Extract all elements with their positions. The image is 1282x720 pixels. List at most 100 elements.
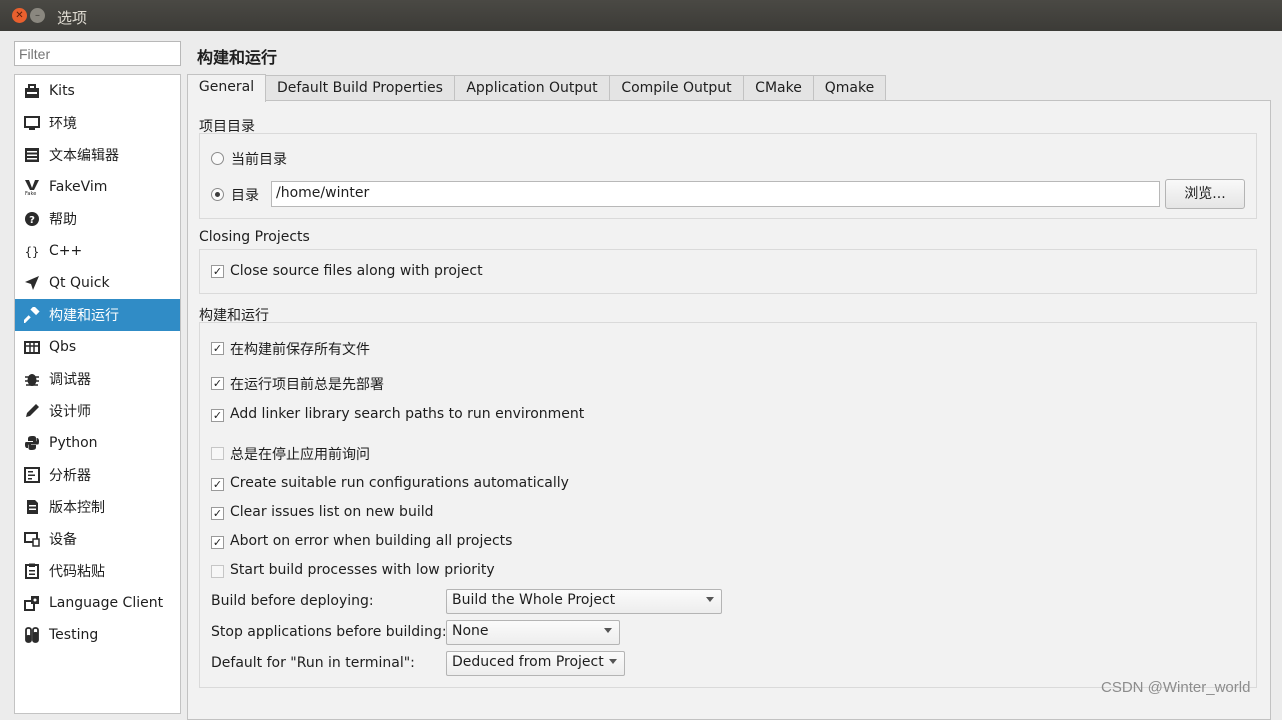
stop-apps-value: None [452,623,489,639]
monitor-icon [23,114,41,132]
save-before-build-label: 在构建前保存所有文件 [230,342,370,358]
sidebar-item-label: 构建和运行 [49,308,119,324]
current-dir-label: 当前目录 [231,152,287,168]
build-before-deploying-value: Build the Whole Project [452,592,616,608]
run-in-terminal-value: Deduced from Project [452,654,604,670]
close-files-label: Close source files along with project [230,263,483,279]
close-files-checkbox[interactable]: ✓ [211,265,224,278]
page-title: 构建和运行 [197,48,278,67]
directory-path-input[interactable]: /home/winter [271,181,1160,207]
create-run-configs-checkbox[interactable]: ✓ [211,478,224,491]
chevron-down-icon [604,628,612,633]
stop-apps-select[interactable]: None [446,620,620,645]
ask-before-stop-label: 总是在停止应用前询问 [230,447,370,463]
device-icon [23,530,41,548]
version-control-icon [23,498,41,516]
stop-apps-label: Stop applications before building: [211,624,447,640]
window-title: 选项 [57,9,88,27]
python-icon [23,434,41,452]
sidebar-item-help[interactable]: ? 帮助 [15,203,180,235]
chevron-down-icon [706,597,714,602]
directory-radio[interactable] [211,188,224,201]
sidebar-item-build-run[interactable]: 构建和运行 [15,299,180,331]
linker-paths-checkbox[interactable]: ✓ [211,409,224,422]
clear-issues-label: Clear issues list on new build [230,504,434,520]
build-before-deploying-select[interactable]: Build the Whole Project [446,589,722,614]
sidebar-item-label: Testing [49,627,99,643]
filter-input[interactable] [14,41,181,66]
sidebar-item-qbs[interactable]: Qbs [15,331,180,363]
linker-paths-label: Add linker library search paths to run e… [230,406,585,422]
sidebar-item-kits[interactable]: Kits [15,75,180,107]
chevron-down-icon [609,659,617,664]
sidebar-item-label: Qbs [49,339,77,355]
run-in-terminal-select[interactable]: Deduced from Project [446,651,625,676]
sidebar-item-designer[interactable]: 设计师 [15,395,180,427]
sidebar-item-label: 设备 [49,532,77,548]
minimize-icon[interactable]: – [30,8,45,23]
tab-qmake[interactable]: Qmake [813,75,886,101]
general-panel: 项目目录 当前目录 目录 /home/winter 浏览... Closing … [187,100,1271,720]
sidebar-item-cpp[interactable]: {} C++ [15,235,180,267]
svg-text:Fake: Fake [25,191,36,195]
sidebar-item-testing[interactable]: Testing [15,619,180,651]
sidebar-item-version-control[interactable]: 版本控制 [15,491,180,523]
sidebar-item-label: FakeVim [49,179,108,195]
deploy-before-run-checkbox[interactable]: ✓ [211,377,224,390]
tab-compile-output[interactable]: Compile Output [609,75,744,101]
sidebar-item-label: 设计师 [49,404,91,420]
pencil-icon [23,402,41,420]
bug-icon [23,370,41,388]
help-icon: ? [23,210,41,228]
watermark: CSDN @Winter_world [1101,679,1251,696]
sidebar-item-language-client[interactable]: Language Client [15,587,180,619]
closing-projects-group: ✓ Close source files along with project [199,249,1257,294]
sidebar-item-analyzer[interactable]: 分析器 [15,459,180,491]
sidebar-item-qt-quick[interactable]: Qt Quick [15,267,180,299]
language-client-icon [23,594,41,612]
sidebar-item-label: 调试器 [49,372,91,388]
current-dir-radio[interactable] [211,152,224,165]
sidebar-item-text-editor[interactable]: 文本编辑器 [15,139,180,171]
sidebar-item-python[interactable]: Python [15,427,180,459]
sidebar-item-label: Language Client [49,595,164,611]
clear-issues-checkbox[interactable]: ✓ [211,507,224,520]
sidebar-item-label: 文本编辑器 [49,148,119,164]
svg-text:{}: {} [25,245,39,259]
sidebar-item-label: 帮助 [49,212,77,228]
close-icon[interactable]: ✕ [12,8,27,23]
title-bar: ✕ – 选项 [0,0,1282,31]
sidebar-item-fakevim[interactable]: Fake FakeVim [15,171,180,203]
closing-projects-group-label: Closing Projects [199,229,310,245]
svg-text:?: ? [29,215,35,226]
ask-before-stop-checkbox[interactable] [211,447,224,460]
tab-general[interactable]: General [187,74,266,102]
deploy-before-run-label: 在运行项目前总是先部署 [230,377,384,393]
tab-application-output[interactable]: Application Output [454,75,610,101]
low-priority-label: Start build processes with low priority [230,562,495,578]
build-run-group: ✓ 在构建前保存所有文件 ✓ 在运行项目前总是先部署 ✓ Add linker … [199,322,1257,688]
abort-on-error-checkbox[interactable]: ✓ [211,536,224,549]
text-editor-icon [23,146,41,164]
build-before-deploying-label: Build before deploying: [211,593,374,609]
low-priority-checkbox[interactable] [211,565,224,578]
fakevim-icon: Fake [23,178,41,196]
sidebar-item-label: Kits [49,83,75,99]
sidebar-item-label: Qt Quick [49,275,110,291]
sidebar-item-debugger[interactable]: 调试器 [15,363,180,395]
tab-cmake[interactable]: CMake [743,75,814,101]
sidebar-item-devices[interactable]: 设备 [15,523,180,555]
sidebar-item-code-pasting[interactable]: 代码粘贴 [15,555,180,587]
save-before-build-checkbox[interactable]: ✓ [211,342,224,355]
sidebar-item-label: 代码粘贴 [49,564,105,580]
clipboard-icon [23,562,41,580]
qbs-icon [23,338,41,356]
create-run-configs-label: Create suitable run configurations autom… [230,475,569,491]
sidebar-item-environment[interactable]: 环境 [15,107,180,139]
sidebar-item-label: 版本控制 [49,500,105,516]
sidebar-item-label: 分析器 [49,468,91,484]
tab-default-build-properties[interactable]: Default Build Properties [265,75,455,101]
directory-label: 目录 [231,188,259,204]
sidebar-item-label: 环境 [49,116,77,132]
browse-button[interactable]: 浏览... [1165,179,1245,209]
